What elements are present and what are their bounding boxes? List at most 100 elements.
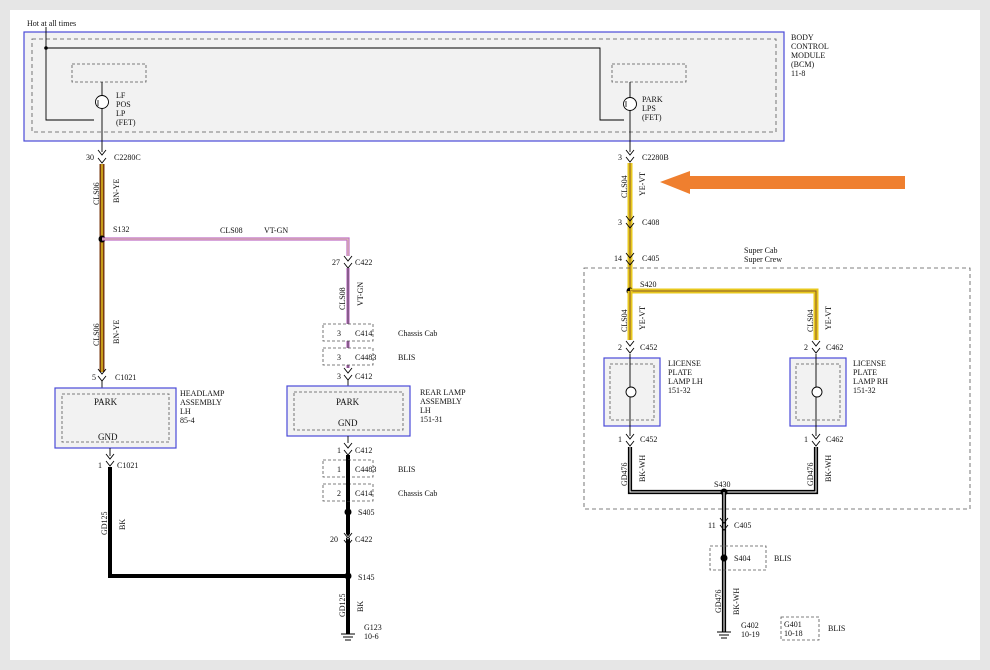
wire-cls04-a-color: YE-VT (638, 306, 647, 330)
pin-c2280c: 30 (86, 153, 94, 162)
splice-s405[interactable] (344, 508, 352, 516)
conn-c4483-b: C4483 (355, 465, 376, 474)
fet-left-icon (95, 95, 109, 109)
wire-gd125-mid-circuit: GD125 (338, 593, 347, 617)
lp-lh-l1: LICENSE (668, 359, 701, 368)
ground-g402: G402 (741, 621, 759, 630)
wire-gd476-b-color: BK-WH (824, 455, 833, 482)
fet-left-l4: (FET) (116, 118, 136, 127)
ground-g401: G401 (784, 620, 802, 629)
pin-c412: 3 (337, 372, 341, 381)
rear-lamp-park: PARK (336, 397, 360, 407)
wire-cls06-color-2: BN-YE (112, 319, 121, 344)
splice-s145-label: S145 (358, 573, 374, 582)
headlamp-l2: ASSEMBLY (180, 398, 222, 407)
wiring-diagram: Hot at all times BODY CONTROL MODULE (BC… (23, 19, 971, 641)
fet-left-l3: LP (116, 109, 126, 118)
conn-c414-note: Chassis Cab (398, 329, 437, 338)
fet-right-l2: LPS (642, 104, 656, 113)
wire-cls06-circuit: CLS06 (92, 182, 101, 205)
conn-c412: C412 (355, 372, 372, 381)
ground-g123: G123 (364, 623, 382, 632)
splice-s132-label: S132 (113, 225, 129, 234)
headlamp-park: PARK (94, 397, 118, 407)
pin-c412-out: 1 (337, 446, 341, 455)
lp-lh-l3: LAMP LH (668, 377, 703, 386)
fet-right-l3: (FET) (642, 113, 662, 122)
wire-gd476-b-circuit: GD476 (806, 462, 815, 486)
wire-gd125-left[interactable] (108, 467, 348, 578)
headlamp-ref: 85-4 (180, 416, 195, 425)
pin-c422-b: 20 (330, 535, 338, 544)
wire-cls04-a-circuit: CLS04 (620, 309, 629, 332)
pin-c405-b: 11 (708, 521, 716, 530)
splice-s420-label: S420 (640, 280, 656, 289)
conn-c4483-note: BLIS (398, 353, 415, 362)
conn-c405-b: C405 (734, 521, 751, 530)
region-label-1: Super Cab (744, 246, 778, 255)
pin-c414-b: 2 (337, 489, 341, 498)
wire-gd476-a-color: BK-WH (638, 455, 647, 482)
pin-c1021: 5 (92, 373, 96, 382)
splice-s404-note: BLIS (774, 554, 791, 563)
conn-c422-b: C422 (355, 535, 372, 544)
diagram-sheet: Hot at all times BODY CONTROL MODULE (BC… (10, 10, 980, 660)
lp-lh-ref: 151-32 (668, 386, 691, 395)
splice-s404[interactable] (720, 554, 728, 562)
rear-lamp-ref: 151-31 (420, 415, 443, 424)
wire-gd125-color: BK (118, 519, 127, 530)
pin-c414: 3 (337, 329, 341, 338)
headlamp-l3: LH (180, 407, 191, 416)
ground-g401-note: BLIS (828, 624, 845, 633)
pin-c452-out: 1 (618, 435, 622, 444)
license-lamp-lh-bulb-icon (625, 386, 637, 398)
supply-label: Hot at all times (27, 19, 76, 28)
region-label-2: Super Crew (744, 255, 782, 264)
conn-c2280b: C2280B (642, 153, 669, 162)
pin-c4483-b: 1 (337, 465, 341, 474)
wire-cls04-circuit: CLS04 (620, 175, 629, 198)
conn-c452: C452 (640, 343, 657, 352)
conn-c462-out: C462 (826, 435, 843, 444)
bcm-label-1: BODY (791, 33, 814, 42)
conn-c414-b: C414 (355, 489, 372, 498)
bcm-label-3: MODULE (791, 51, 825, 60)
ground-g401-ref: 10-18 (784, 629, 803, 638)
wire-cls08-v-color: VT-GN (356, 282, 365, 306)
conn-c408: C408 (642, 218, 659, 227)
wire-cls04-b[interactable] (630, 288, 819, 340)
wire-cls08[interactable] (102, 237, 350, 256)
pin-c422: 27 (332, 258, 340, 267)
conn-c4483-b-note: BLIS (398, 465, 415, 474)
conn-c1021-out: C1021 (117, 461, 138, 470)
pin-c1021-out: 1 (98, 461, 102, 470)
conn-c422: C422 (355, 258, 372, 267)
conn-c4483: C4483 (355, 353, 376, 362)
splice-s404-label: S404 (734, 554, 750, 563)
splice-s405-label: S405 (358, 508, 374, 517)
ground-g402-ref: 10-19 (741, 630, 760, 639)
headlamp-l1: HEADLAMP (180, 389, 225, 398)
splice-s145[interactable] (344, 572, 352, 580)
bcm-label-4: (BCM) (791, 60, 814, 69)
rear-lamp-l2: ASSEMBLY (420, 397, 462, 406)
headlamp-gnd: GND (98, 432, 118, 442)
wire-cls08-circuit: CLS08 (220, 226, 243, 235)
wire-cls04-b-color: YE-VT (824, 306, 833, 330)
highlight-arrow-icon (660, 171, 905, 194)
conn-c1021: C1021 (115, 373, 136, 382)
lp-rh-l1: LICENSE (853, 359, 886, 368)
wire-cls06-color: BN-YE (112, 178, 121, 203)
conn-c414-b-note: Chassis Cab (398, 489, 437, 498)
rear-lamp-assembly-box[interactable] (286, 385, 411, 437)
ground-g123-ref: 10-6 (364, 632, 379, 641)
lp-rh-l2: PLATE (853, 368, 877, 377)
pin-c408: 3 (618, 218, 622, 227)
wire-cls08-v-circuit: CLS08 (338, 287, 347, 310)
pin-c2280b: 3 (618, 153, 622, 162)
wire-cls04-b-circuit: CLS04 (806, 309, 815, 332)
conn-c405: C405 (642, 254, 659, 263)
fet-right-icon (623, 97, 637, 111)
lp-rh-ref: 151-32 (853, 386, 876, 395)
conn-c412-out: C412 (355, 446, 372, 455)
